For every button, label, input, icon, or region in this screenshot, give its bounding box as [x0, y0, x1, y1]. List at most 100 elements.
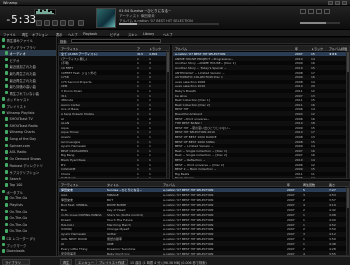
- artists_pane-scroll-thumb[interactable]: [167, 52, 169, 72]
- sidebar-item[interactable]: On-The-Go: [0, 209, 56, 215]
- albums_pane-header: アルバム 年 トラック アルバム評価: [173, 46, 349, 51]
- sidebar-item[interactable]: ポータブル: [0, 189, 56, 195]
- previous-icon[interactable]: [36, 20, 42, 26]
- sidebar-item[interactable]: AOL Radio: [0, 149, 56, 155]
- library-button[interactable]: ライブラリ: [2, 258, 30, 265]
- tracks_pane-column-header[interactable]: 長さ: [329, 183, 335, 187]
- pause-icon[interactable]: [52, 20, 58, 26]
- playlist-icon[interactable]: [324, 9, 330, 14]
- albums_pane-column-header[interactable]: トラック: [311, 47, 323, 51]
- albums_pane-column-header[interactable]: 年: [295, 47, 298, 51]
- artists_pane-column-header[interactable]: トラック: [149, 47, 161, 51]
- tracks_pane-column-header[interactable]: アルバム: [163, 183, 175, 187]
- sidebar-item[interactable]: 最近追加された曲: [0, 63, 56, 69]
- menu-item[interactable]: ビデオ: [110, 32, 120, 37]
- enqueue-button[interactable]: エンキュー: [75, 258, 97, 265]
- search-input[interactable]: [71, 39, 161, 43]
- sidebar-item[interactable]: On-The-Go: [0, 222, 56, 228]
- sidebar-item-label: 最も評価の高い曲: [9, 85, 36, 90]
- artists_pane-column-header[interactable]: アーティスト: [61, 47, 79, 51]
- albums_pane-row[interactable]: Black Cherry 2006 12: [173, 175, 349, 178]
- create-playlist-button[interactable]: プレイリスト作成: [96, 258, 128, 265]
- sidebar-item[interactable]: Search: [0, 176, 56, 182]
- sidebar-item[interactable]: Winamp Charts: [0, 129, 56, 135]
- play-icon[interactable]: [44, 20, 50, 26]
- sidebar-item-label: Winamp Charts: [9, 130, 35, 135]
- tracks_pane-column-header[interactable]: タイトル: [107, 183, 119, 187]
- sidebar-item[interactable]: 最も再生された曲: [0, 70, 56, 76]
- tracks_pane-column-header[interactable]: 再生回数: [303, 183, 315, 187]
- sidebar-item[interactable]: Spinner.com: [0, 143, 56, 149]
- sidebar-item[interactable]: On-The-Go: [0, 215, 56, 221]
- sidebar-item[interactable]: CD レコーダー (F:): [0, 235, 56, 241]
- sidebar-item[interactable]: プレイリスト: [0, 103, 56, 109]
- sidebar-item[interactable]: メディアライブラリ: [0, 44, 56, 50]
- sidebar-item-label: On-The-Go: [9, 196, 28, 201]
- elapsed-time[interactable]: -5:33: [5, 13, 36, 26]
- tracks_pane-scroll-thumb[interactable]: [347, 188, 349, 208]
- volume-slider[interactable]: [300, 22, 340, 24]
- sidebar-item[interactable]: 最近再生された曲: [0, 77, 56, 83]
- menu-item[interactable]: Library: [143, 32, 154, 36]
- sidebar-item-icon: [4, 90, 8, 95]
- sidebar-item[interactable]: On Demand Shows: [0, 156, 56, 162]
- sidebar-item[interactable]: ポッドキャスト: [0, 96, 56, 102]
- sidebar-item[interactable]: On-The-Go: [0, 195, 56, 201]
- menu-item[interactable]: 表示: [56, 32, 62, 37]
- albums_pane-column-header[interactable]: アルバム: [175, 47, 187, 51]
- menu-item[interactable]: スキン: [128, 32, 137, 37]
- equalizer-icon[interactable]: [316, 9, 322, 14]
- maximize-button[interactable]: [335, 1, 340, 5]
- eject-icon[interactable]: [78, 20, 84, 26]
- minimize-button[interactable]: [328, 1, 333, 5]
- sidebar-item[interactable]: Song of the Day: [0, 136, 56, 142]
- tracks_pane-column-header[interactable]: アーティスト: [61, 183, 79, 187]
- sidebar-item-icon: [4, 130, 8, 134]
- tracks_pane-scrollbar[interactable]: [346, 187, 349, 255]
- stop-icon[interactable]: [60, 20, 66, 26]
- sidebar-item[interactable]: サブスクリプション: [0, 169, 56, 175]
- close-button[interactable]: [342, 1, 347, 5]
- sidebar-item[interactable]: オーディオ: [0, 50, 56, 57]
- tracks_pane-column-header[interactable]: 年: [287, 183, 290, 187]
- sidebar-item[interactable]: Podcast ディレクトリ: [0, 162, 56, 168]
- artists_pane-row[interactable]: Daft Punk 1 1: [59, 175, 169, 178]
- seek-bar[interactable]: [119, 23, 219, 25]
- sidebar-item[interactable]: SHOUTcast Radio: [0, 123, 56, 129]
- sidebar-item[interactable]: Downloads: [0, 248, 56, 254]
- sidebar-item[interactable]: Playlists: [0, 202, 56, 208]
- menu-item[interactable]: オプション: [32, 32, 48, 37]
- artists_pane-scrollbar[interactable]: [166, 51, 169, 178]
- sidebar-item-icon: [4, 117, 8, 121]
- next-icon[interactable]: [68, 20, 74, 26]
- sidebar-item[interactable]: 最も評価の高い曲: [0, 83, 56, 90]
- sidebar-item-label: 再生済みファイル: [6, 39, 33, 43]
- sidebar-item[interactable]: 再生されていない曲: [0, 90, 56, 96]
- albums_pane-scrollbar[interactable]: [346, 51, 349, 178]
- library-stats: 15 曲目 (1 時間 4 分) [96.36 MB] (0.006 秒で検索): [130, 260, 207, 265]
- play-button[interactable]: 再生: [60, 258, 73, 265]
- sidebar-item[interactable]: On-The-Go: [0, 228, 56, 234]
- sidebar-item[interactable]: Winamp Playlists: [0, 110, 56, 116]
- artists_pane-column-header[interactable]: ア: [137, 47, 140, 51]
- search-label: 検索:: [60, 40, 68, 45]
- sidebar-item-icon: [4, 137, 8, 141]
- sidebar-item[interactable]: 再生済みファイル: [0, 37, 56, 43]
- sidebar-item-icon: [4, 156, 8, 161]
- sidebar-item-icon: [4, 64, 8, 68]
- sidebar-item[interactable]: Top 100: [0, 182, 56, 188]
- repeat-icon[interactable]: [308, 9, 314, 14]
- albums_pane-column-header[interactable]: アルバム評価: [329, 47, 347, 51]
- spectrum-visualizer[interactable]: [34, 9, 56, 15]
- shuffle-icon[interactable]: [300, 9, 306, 14]
- albums_pane-scroll-thumb[interactable]: [347, 52, 349, 72]
- menu-item[interactable]: Playback: [83, 32, 97, 36]
- volume-fill: [300, 22, 326, 24]
- menu-item[interactable]: 再生: [22, 32, 28, 37]
- sidebar-item[interactable]: ビデオ: [0, 57, 56, 63]
- menu-item[interactable]: ヘルプ: [163, 32, 173, 37]
- menu-item[interactable]: ヘルプ: [68, 32, 78, 37]
- sidebar-item[interactable]: SHOUTcast TV: [0, 116, 56, 122]
- sidebar-item[interactable]: ブックマーク: [0, 242, 56, 248]
- menu-item[interactable]: ファイル: [3, 32, 16, 37]
